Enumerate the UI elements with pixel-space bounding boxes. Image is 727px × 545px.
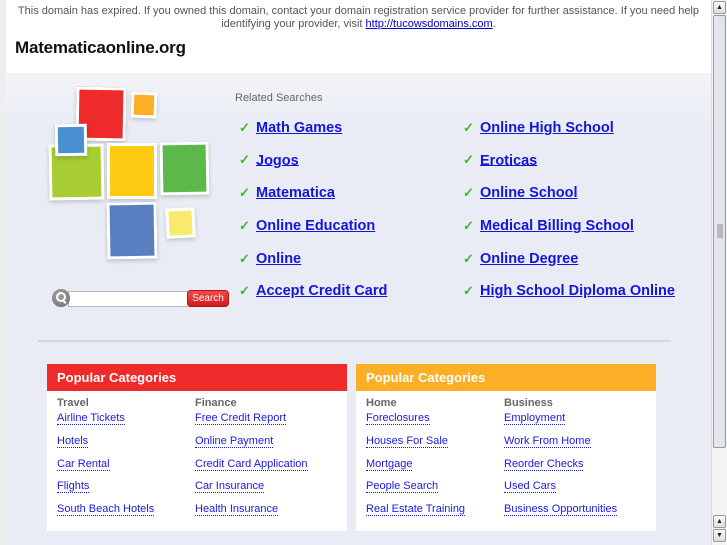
scrollbar-thumb[interactable] [713,15,726,448]
category-link[interactable]: Car Rental [57,457,154,480]
related-searches-right: ✓ Online High School ✓ Eroticas ✓ Online Sc… [463,119,675,315]
check-icon: ✓ [463,283,474,299]
logo-square-orange [130,91,158,119]
category-link[interactable]: Real Estate Training [366,502,466,525]
category-column-business: Business Employment Work From Home Reord… [504,396,618,525]
vertical-scrollbar[interactable]: ▲ ▲ ▼ [711,0,727,545]
site-title: Matematicaonline.org [15,38,186,57]
categories-box-red: Popular Categories Travel Airline Ticket… [47,364,347,531]
related-item: ✓ Math Games [239,119,387,152]
related-link-math-games[interactable]: Math Games [256,120,342,136]
header: This domain has expired. If you owned th… [6,0,711,73]
category-link[interactable]: Business Opportunities [504,502,618,525]
check-icon: ✓ [463,152,474,168]
category-link[interactable]: Flights [57,479,154,502]
category-column-travel: Travel Airline Tickets Hotels Car Rental… [57,396,155,525]
category-link[interactable]: Employment [504,411,617,434]
related-link-online-education[interactable]: Online Education [256,218,375,234]
logo-square-blue-small [54,123,88,157]
related-item: ✓ Accept Credit Card [239,282,387,315]
category-title: Business [504,397,553,409]
scroll-up-arrow-icon[interactable]: ▲ [713,1,726,14]
check-icon: ✓ [239,119,250,135]
related-item: ✓ Online [239,250,387,283]
check-icon: ✓ [463,250,474,266]
category-link[interactable]: People Search [366,479,465,502]
main-panel: Search Related Searches ✓ Math Games ✓ Jog… [6,73,711,545]
category-link[interactable]: Work From Home [504,434,617,457]
related-item: ✓ Medical Billing School [463,217,675,250]
search-button[interactable]: Search [187,290,229,307]
related-searches-left: ✓ Math Games ✓ Jogos ✓ Matematica ✓ Online E… [239,119,387,315]
related-link-online[interactable]: Online [256,251,301,267]
category-link[interactable]: Airline Tickets [57,411,154,434]
related-searches-label: Related Searches [235,92,323,104]
related-link-online-high-school[interactable]: Online High School [480,120,614,136]
logo-square-blue-large [106,201,158,260]
section-divider [38,340,671,342]
search-box: Search [52,288,242,310]
related-link-online-degree[interactable]: Online Degree [480,251,578,267]
notice-text: This domain has expired. If you owned th… [17,5,700,30]
category-title: Home [366,397,397,409]
category-title: Finance [195,397,237,409]
category-link[interactable]: Mortgage [366,457,465,480]
related-link-online-school[interactable]: Online School [480,185,577,201]
related-link-high-school-diploma-online[interactable]: High School Diploma Online [480,283,675,299]
related-link-jogos[interactable]: Jogos [256,152,299,168]
scroll-down-arrow-icon[interactable]: ▼ [713,529,726,542]
category-link[interactable]: Health Insurance [195,502,308,525]
category-link[interactable]: Free Credit Report [195,411,308,434]
check-icon: ✓ [239,283,250,299]
scroll-up-arrow-icon-bottom[interactable]: ▲ [713,515,726,528]
related-item: ✓ Online High School [463,119,675,152]
category-link[interactable]: Car Insurance [195,479,308,502]
notice-end: . [492,18,496,30]
related-item: ✓ Matematica [239,184,387,217]
logo-square-green [159,141,210,196]
search-input[interactable] [68,291,192,307]
check-icon: ✓ [463,119,474,135]
tucows-link[interactable]: http://tucowsdomains.com [366,18,493,30]
categories-heading: Popular Categories [356,364,656,391]
related-item: ✓ Online Education [239,217,387,250]
logo-square-yellow [107,143,157,199]
related-item: ✓ Online School [463,184,675,217]
grip-icon [717,224,723,238]
category-link[interactable]: Foreclosures [366,411,465,434]
category-link[interactable]: Hotels [57,434,154,457]
category-column-home: Home Foreclosures Houses For Sale Mortga… [366,396,466,525]
categories-box-orange: Popular Categories Home Foreclosures Hou… [356,364,656,531]
category-column-finance: Finance Free Credit Report Online Paymen… [195,396,308,525]
category-link[interactable]: Reorder Checks [504,457,617,480]
related-link-accept-credit-card[interactable]: Accept Credit Card [256,283,387,299]
colored-squares-logo-icon [44,86,214,271]
check-icon: ✓ [463,185,474,201]
related-link-eroticas[interactable]: Eroticas [480,152,537,168]
category-title: Travel [57,397,89,409]
related-item: ✓ High School Diploma Online [463,282,675,315]
magnifier-icon [52,289,70,307]
category-link[interactable]: Credit Card Application [195,457,308,480]
check-icon: ✓ [239,217,250,233]
related-link-matematica[interactable]: Matematica [256,185,335,201]
category-link[interactable]: Online Payment [195,434,308,457]
check-icon: ✓ [239,250,250,266]
category-link[interactable]: Used Cars [504,479,617,502]
expiry-notice: This domain has expired. If you owned th… [6,5,711,31]
page-viewport: This domain has expired. If you owned th… [0,0,711,545]
check-icon: ✓ [239,152,250,168]
related-item: ✓ Online Degree [463,250,675,283]
category-link[interactable]: South Beach Hotels [57,502,155,525]
check-icon: ✓ [239,185,250,201]
related-link-medical-billing-school[interactable]: Medical Billing School [480,218,634,234]
related-item: ✓ Eroticas [463,152,675,185]
logo-square-pale-yellow [165,207,196,239]
category-link[interactable]: Houses For Sale [366,434,465,457]
check-icon: ✓ [463,217,474,233]
related-item: ✓ Jogos [239,152,387,185]
categories-heading: Popular Categories [47,364,347,391]
